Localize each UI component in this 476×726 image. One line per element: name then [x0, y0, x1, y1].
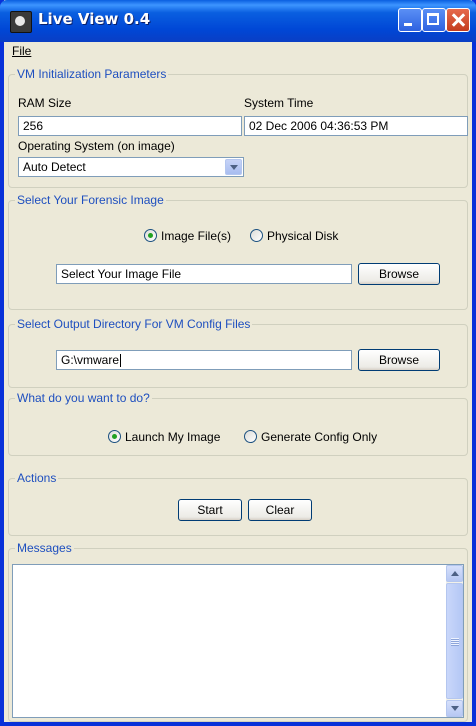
radio-physical-disk-label: Physical Disk — [267, 228, 339, 243]
os-select-value: Auto Detect — [23, 160, 86, 174]
radio-generate-config-label: Generate Config Only — [261, 429, 378, 444]
menu-bar: File — [4, 42, 472, 62]
forensic-image-group-label: Select Your Forensic Image — [15, 193, 166, 207]
title-bar[interactable]: Live View 0.4 — [0, 0, 476, 42]
messages-scrollbar[interactable] — [446, 565, 463, 717]
text-caret — [120, 354, 122, 368]
messages-textarea[interactable] — [12, 564, 464, 718]
os-label: Operating System (on image) — [18, 139, 175, 153]
actions-group-label: Actions — [15, 471, 59, 485]
menu-file-label: File — [12, 44, 32, 58]
output-dir-value: G:\vmware — [61, 353, 120, 367]
radio-physical-disk-indicator[interactable] — [250, 229, 263, 243]
forensic-image-group: Select Your Forensic Image — [8, 193, 468, 310]
ram-size-field[interactable]: 256 — [18, 116, 242, 136]
vm-params-group-label: VM Initialization Parameters — [15, 67, 169, 81]
output-dir-group-label: Select Output Directory For VM Config Fi… — [15, 317, 253, 331]
radio-launch-image[interactable]: Launch My Image — [108, 429, 220, 444]
minimize-button[interactable] — [398, 8, 422, 32]
os-select[interactable]: Auto Detect — [18, 157, 244, 177]
live-view-window: Live View 0.4 File VM Initialization Par… — [0, 0, 476, 726]
system-time-label: System Time — [244, 96, 314, 110]
radio-image-files-label: Image File(s) — [161, 228, 232, 243]
browse-image-button[interactable]: Browse — [358, 263, 440, 285]
radio-image-files-indicator[interactable] — [144, 229, 157, 243]
system-time-field[interactable]: 02 Dec 2006 04:36:53 PM — [244, 116, 468, 136]
start-button[interactable]: Start — [178, 499, 242, 521]
messages-group-label: Messages — [15, 541, 74, 555]
grip-icon — [451, 638, 459, 646]
action-choice-group-label: What do you want to do? — [15, 391, 152, 405]
output-dir-field[interactable]: G:\vmware — [56, 350, 352, 370]
chevron-down-icon[interactable] — [225, 159, 242, 175]
radio-image-files[interactable]: Image File(s) — [144, 228, 231, 243]
ram-size-label: RAM Size — [18, 96, 72, 110]
scroll-down-icon[interactable] — [446, 700, 463, 717]
radio-launch-image-label: Launch My Image — [125, 429, 221, 444]
scroll-thumb[interactable] — [446, 583, 463, 699]
window-title: Live View 0.4 — [38, 10, 151, 28]
clear-button[interactable]: Clear — [248, 499, 312, 521]
radio-physical-disk[interactable]: Physical Disk — [250, 228, 338, 243]
browse-output-button[interactable]: Browse — [358, 349, 440, 371]
app-icon — [10, 11, 32, 33]
radio-generate-config-indicator[interactable] — [244, 430, 257, 444]
maximize-button[interactable] — [422, 8, 446, 32]
scroll-up-icon[interactable] — [446, 565, 463, 582]
radio-generate-config[interactable]: Generate Config Only — [244, 429, 377, 444]
radio-launch-image-indicator[interactable] — [108, 430, 121, 444]
image-path-field[interactable]: Select Your Image File — [56, 264, 352, 284]
close-button[interactable] — [446, 8, 470, 32]
action-choice-group: What do you want to do? — [8, 391, 468, 456]
menu-file[interactable]: File — [12, 44, 31, 58]
